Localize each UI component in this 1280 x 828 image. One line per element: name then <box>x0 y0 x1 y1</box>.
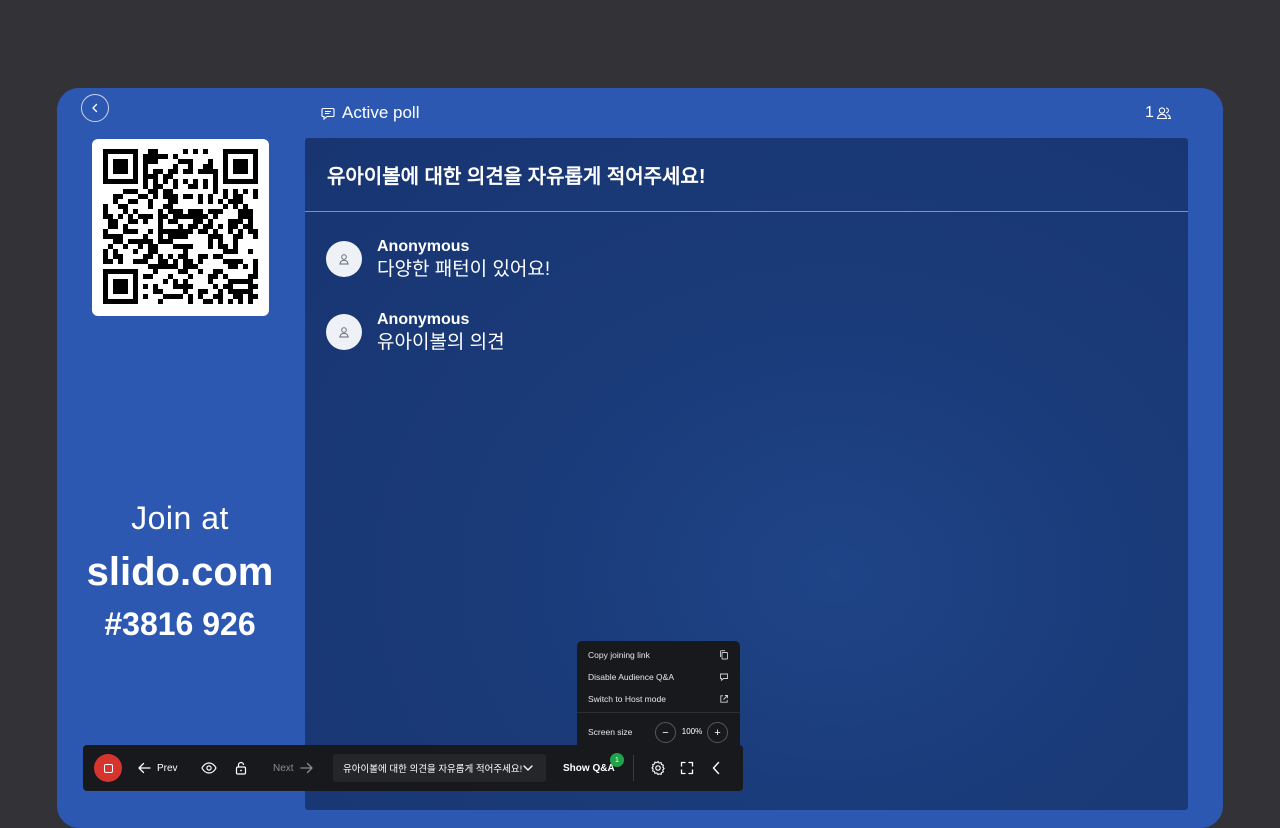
poll-status: Active poll <box>321 101 419 125</box>
avatar <box>326 314 362 350</box>
chevron-down-icon <box>523 765 533 771</box>
list-item: Anonymous 다양한 패턴이 있어요! <box>326 238 1188 311</box>
participant-count-value: 1 <box>1145 104 1154 121</box>
event-code: #3816 926 <box>104 606 256 642</box>
stop-presenting-button[interactable] <box>94 754 122 782</box>
response-author: Anonymous <box>377 238 470 255</box>
response-text: 다양한 패턴이 있어요! <box>377 259 551 280</box>
poll-selector-value: 유아이볼에 대한 의견을 자유롭게 적어주세요! <box>343 764 523 775</box>
user-icon <box>339 327 349 338</box>
fullscreen-button[interactable] <box>680 745 694 791</box>
settings-button[interactable] <box>650 745 666 791</box>
host-mode-menu-item[interactable]: Switch to Host mode <box>577 688 740 710</box>
response-list: Anonymous 다양한 패턴이 있어요! Anonymous 유아이볼의 의… <box>305 212 1188 384</box>
response-author: Anonymous <box>377 311 470 328</box>
host-mode-label: Switch to Host mode <box>588 694 666 704</box>
zoom-in-button[interactable]: + <box>707 722 728 743</box>
poll-selector[interactable]: 유아이볼에 대한 의견을 자유롭게 적어주세요! <box>333 754 546 782</box>
chevron-left-icon <box>92 103 98 113</box>
stop-icon <box>103 763 113 773</box>
settings-menu: Copy joining link Disable Audience Q&A S… <box>577 641 740 752</box>
join-site: slido.com <box>86 550 274 594</box>
zoom-out-button[interactable]: − <box>655 722 676 743</box>
next-label: Next <box>273 762 294 774</box>
chat-off-icon <box>720 673 728 682</box>
prev-button[interactable]: Prev <box>137 745 178 791</box>
disable-qa-menu-item[interactable]: Disable Audience Q&A <box>577 666 740 688</box>
toolbar-divider <box>633 755 634 781</box>
poll-question: 유아이볼에 대한 의견을 자유롭게 적어주세요! <box>305 138 1188 212</box>
menu-divider <box>577 712 740 713</box>
prev-label: Prev <box>157 762 178 774</box>
back-button[interactable] <box>81 94 109 122</box>
next-button[interactable]: Next <box>273 745 314 791</box>
disable-qa-label: Disable Audience Q&A <box>588 672 674 682</box>
zoom-value: 100% <box>681 727 703 736</box>
show-qa-label: Show Q&A <box>563 762 615 774</box>
chat-bubble-icon <box>321 107 335 120</box>
copy-icon <box>720 650 728 660</box>
arrow-right-icon <box>299 762 313 774</box>
presenter-toolbar: Prev Next 유아이볼에 대한 의견을 자유롭게 적어주세요! Show … <box>83 745 743 791</box>
user-icon <box>339 254 349 265</box>
lock-toggle[interactable] <box>235 745 247 791</box>
show-qa-button[interactable]: Show Q&A <box>563 745 615 791</box>
participant-count: 1 <box>1145 102 1172 124</box>
poll-panel: 유아이볼에 대한 의견을 자유롭게 적어주세요! Anonymous 다양한 패… <box>305 138 1188 810</box>
poll-status-label: Active poll <box>342 103 420 122</box>
response-text: 유아이볼의 의견 <box>377 332 505 353</box>
join-label: Join at <box>131 500 229 536</box>
chevron-left-icon <box>712 761 720 775</box>
qa-count-badge: 1 <box>610 753 624 767</box>
copy-link-menu-item[interactable]: Copy joining link <box>577 644 740 666</box>
avatar <box>326 241 362 277</box>
external-link-icon <box>720 695 728 703</box>
collapse-toolbar-button[interactable] <box>711 745 721 791</box>
qr-code <box>92 139 269 316</box>
eye-icon <box>201 762 217 774</box>
fullscreen-icon <box>680 761 694 775</box>
users-icon <box>1156 107 1171 120</box>
join-info: Join at slido.com #3816 926 <box>60 500 300 646</box>
arrow-left-icon <box>138 762 151 774</box>
gear-icon <box>651 760 665 776</box>
list-item: Anonymous 유아이볼의 의견 <box>326 311 1188 384</box>
preview-toggle[interactable] <box>201 745 217 791</box>
copy-link-label: Copy joining link <box>588 650 650 660</box>
unlock-icon <box>235 761 247 775</box>
